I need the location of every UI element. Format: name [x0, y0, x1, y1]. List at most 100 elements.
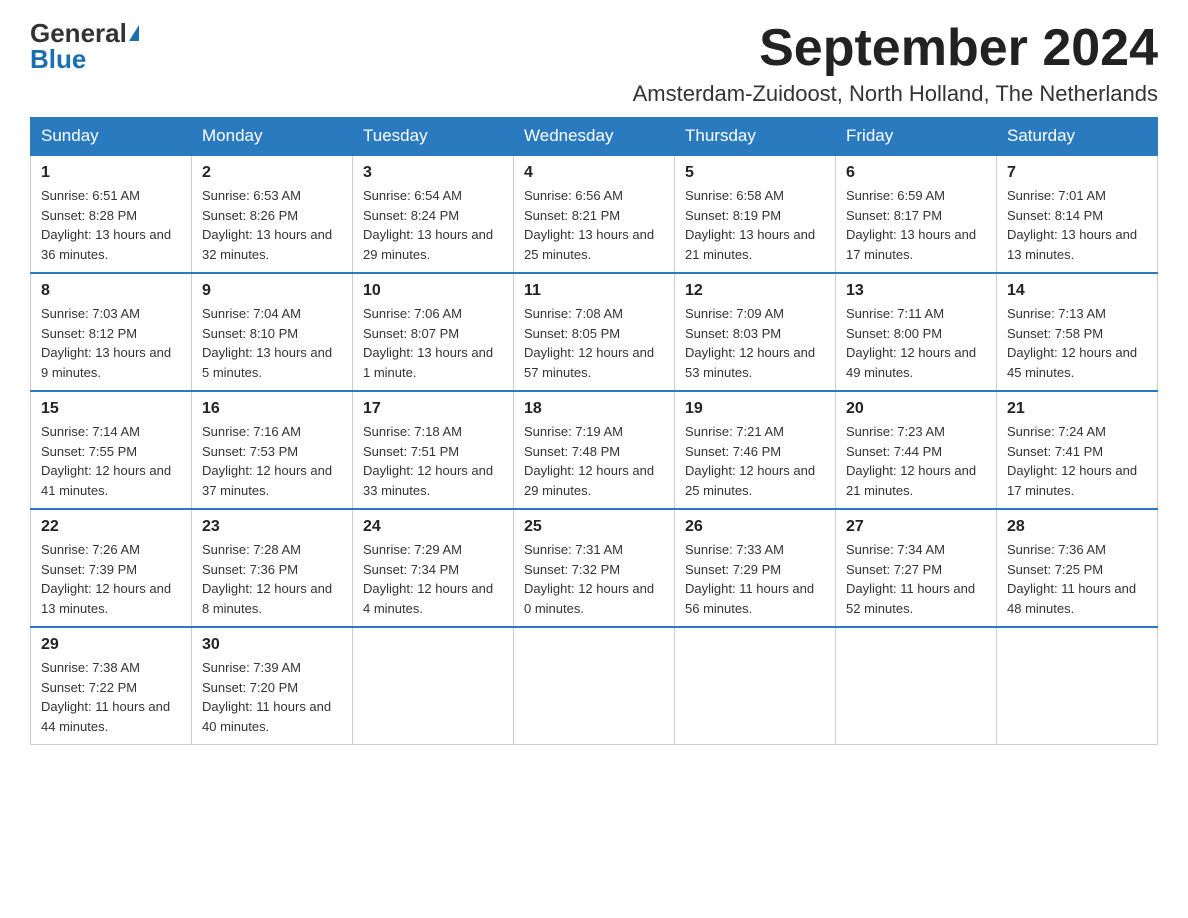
calendar-cell: 23 Sunrise: 7:28 AMSunset: 7:36 PMDayligh… [192, 509, 353, 627]
calendar-cell: 9 Sunrise: 7:04 AMSunset: 8:10 PMDaylight… [192, 273, 353, 391]
day-number: 22 [41, 518, 181, 536]
calendar-cell: 14 Sunrise: 7:13 AMSunset: 7:58 PMDayligh… [997, 273, 1158, 391]
day-number: 14 [1007, 282, 1147, 300]
calendar-cell [514, 627, 675, 745]
calendar-header-tuesday: Tuesday [353, 118, 514, 156]
calendar-cell: 2 Sunrise: 6:53 AMSunset: 8:26 PMDaylight… [192, 155, 353, 273]
calendar-cell: 22 Sunrise: 7:26 AMSunset: 7:39 PMDayligh… [31, 509, 192, 627]
day-number: 19 [685, 400, 825, 418]
day-info: Sunrise: 7:23 AMSunset: 7:44 PMDaylight:… [846, 422, 986, 500]
calendar-cell: 8 Sunrise: 7:03 AMSunset: 8:12 PMDaylight… [31, 273, 192, 391]
calendar-cell: 13Sunrise: 7:11 AMSunset: 8:00 PMDayligh… [836, 273, 997, 391]
day-number: 11 [524, 282, 664, 300]
day-info: Sunrise: 7:21 AMSunset: 7:46 PMDaylight:… [685, 422, 825, 500]
day-info: Sunrise: 7:29 AMSunset: 7:34 PMDaylight:… [363, 540, 503, 618]
calendar-header-monday: Monday [192, 118, 353, 156]
day-info: Sunrise: 7:24 AMSunset: 7:41 PMDaylight:… [1007, 422, 1147, 500]
day-info: Sunrise: 7:16 AMSunset: 7:53 PMDaylight:… [202, 422, 342, 500]
calendar-cell: 7 Sunrise: 7:01 AMSunset: 8:14 PMDaylight… [997, 155, 1158, 273]
day-info: Sunrise: 7:18 AMSunset: 7:51 PMDaylight:… [363, 422, 503, 500]
day-number: 24 [363, 518, 503, 536]
calendar-header-saturday: Saturday [997, 118, 1158, 156]
day-number: 8 [41, 282, 181, 300]
day-info: Sunrise: 7:06 AMSunset: 8:07 PMDaylight:… [363, 304, 503, 382]
day-info: Sunrise: 7:13 AMSunset: 7:58 PMDaylight:… [1007, 304, 1147, 382]
calendar-cell: 21Sunrise: 7:24 AMSunset: 7:41 PMDayligh… [997, 391, 1158, 509]
day-number: 12 [685, 282, 825, 300]
day-info: Sunrise: 7:33 AMSunset: 7:29 PMDaylight:… [685, 540, 825, 618]
day-number: 18 [524, 400, 664, 418]
calendar-cell: 17 Sunrise: 7:18 AMSunset: 7:51 PMDayligh… [353, 391, 514, 509]
day-info: Sunrise: 6:53 AMSunset: 8:26 PMDaylight:… [202, 186, 342, 264]
calendar-cell: 5 Sunrise: 6:58 AMSunset: 8:19 PMDaylight… [675, 155, 836, 273]
calendar-cell: 20 Sunrise: 7:23 AMSunset: 7:44 PMDayligh… [836, 391, 997, 509]
day-info: Sunrise: 6:59 AMSunset: 8:17 PMDaylight:… [846, 186, 986, 264]
calendar-week-row-3: 15Sunrise: 7:14 AMSunset: 7:55 PMDayligh… [31, 391, 1158, 509]
day-number: 15 [41, 400, 181, 418]
calendar-header-wednesday: Wednesday [514, 118, 675, 156]
day-info: Sunrise: 7:26 AMSunset: 7:39 PMDaylight:… [41, 540, 181, 618]
calendar-cell [675, 627, 836, 745]
day-number: 3 [363, 164, 503, 182]
day-number: 29 [41, 636, 181, 654]
day-info: Sunrise: 7:08 AMSunset: 8:05 PMDaylight:… [524, 304, 664, 382]
day-number: 16 [202, 400, 342, 418]
day-number: 23 [202, 518, 342, 536]
day-number: 1 [41, 164, 181, 182]
day-number: 4 [524, 164, 664, 182]
calendar-cell: 29 Sunrise: 7:38 AMSunset: 7:22 PMDayligh… [31, 627, 192, 745]
calendar-header-thursday: Thursday [675, 118, 836, 156]
calendar-header-row: SundayMondayTuesdayWednesdayThursdayFrid… [31, 118, 1158, 156]
calendar-cell [997, 627, 1158, 745]
day-info: Sunrise: 7:28 AMSunset: 7:36 PMDaylight:… [202, 540, 342, 618]
day-number: 2 [202, 164, 342, 182]
page-header: General Blue September 2024 Amsterdam-Zu… [30, 20, 1158, 107]
day-number: 20 [846, 400, 986, 418]
day-info: Sunrise: 6:58 AMSunset: 8:19 PMDaylight:… [685, 186, 825, 264]
calendar-cell [353, 627, 514, 745]
day-info: Sunrise: 7:01 AMSunset: 8:14 PMDaylight:… [1007, 186, 1147, 264]
day-info: Sunrise: 7:39 AMSunset: 7:20 PMDaylight:… [202, 658, 342, 736]
day-number: 13 [846, 282, 986, 300]
location-subtitle: Amsterdam-Zuidoost, North Holland, The N… [633, 81, 1158, 107]
calendar-cell: 27Sunrise: 7:34 AMSunset: 7:27 PMDayligh… [836, 509, 997, 627]
day-info: Sunrise: 7:19 AMSunset: 7:48 PMDaylight:… [524, 422, 664, 500]
calendar-cell: 1 Sunrise: 6:51 AMSunset: 8:28 PMDaylight… [31, 155, 192, 273]
day-info: Sunrise: 7:38 AMSunset: 7:22 PMDaylight:… [41, 658, 181, 736]
day-number: 25 [524, 518, 664, 536]
day-number: 5 [685, 164, 825, 182]
calendar-cell: 12 Sunrise: 7:09 AMSunset: 8:03 PMDayligh… [675, 273, 836, 391]
day-number: 9 [202, 282, 342, 300]
calendar-cell: 26Sunrise: 7:33 AMSunset: 7:29 PMDayligh… [675, 509, 836, 627]
day-number: 7 [1007, 164, 1147, 182]
calendar-week-row-5: 29 Sunrise: 7:38 AMSunset: 7:22 PMDayligh… [31, 627, 1158, 745]
day-info: Sunrise: 7:03 AMSunset: 8:12 PMDaylight:… [41, 304, 181, 382]
calendar-week-row-2: 8 Sunrise: 7:03 AMSunset: 8:12 PMDaylight… [31, 273, 1158, 391]
day-info: Sunrise: 7:04 AMSunset: 8:10 PMDaylight:… [202, 304, 342, 382]
day-info: Sunrise: 7:34 AMSunset: 7:27 PMDaylight:… [846, 540, 986, 618]
day-info: Sunrise: 6:56 AMSunset: 8:21 PMDaylight:… [524, 186, 664, 264]
calendar-week-row-4: 22 Sunrise: 7:26 AMSunset: 7:39 PMDayligh… [31, 509, 1158, 627]
calendar-cell: 11 Sunrise: 7:08 AMSunset: 8:05 PMDayligh… [514, 273, 675, 391]
calendar-cell: 19 Sunrise: 7:21 AMSunset: 7:46 PMDayligh… [675, 391, 836, 509]
day-number: 6 [846, 164, 986, 182]
calendar-cell: 30 Sunrise: 7:39 AMSunset: 7:20 PMDayligh… [192, 627, 353, 745]
day-number: 17 [363, 400, 503, 418]
day-info: Sunrise: 7:36 AMSunset: 7:25 PMDaylight:… [1007, 540, 1147, 618]
calendar-header-friday: Friday [836, 118, 997, 156]
calendar-cell: 28Sunrise: 7:36 AMSunset: 7:25 PMDayligh… [997, 509, 1158, 627]
day-number: 30 [202, 636, 342, 654]
calendar-cell: 18 Sunrise: 7:19 AMSunset: 7:48 PMDayligh… [514, 391, 675, 509]
calendar-cell: 24 Sunrise: 7:29 AMSunset: 7:34 PMDayligh… [353, 509, 514, 627]
calendar-cell: 15Sunrise: 7:14 AMSunset: 7:55 PMDayligh… [31, 391, 192, 509]
title-section: September 2024 Amsterdam-Zuidoost, North… [633, 20, 1158, 107]
month-title: September 2024 [633, 20, 1158, 77]
day-info: Sunrise: 7:09 AMSunset: 8:03 PMDaylight:… [685, 304, 825, 382]
logo-general-text: General [30, 20, 127, 46]
calendar-table: SundayMondayTuesdayWednesdayThursdayFrid… [30, 117, 1158, 745]
calendar-cell: 3Sunrise: 6:54 AMSunset: 8:24 PMDaylight… [353, 155, 514, 273]
calendar-cell [836, 627, 997, 745]
day-info: Sunrise: 6:51 AMSunset: 8:28 PMDaylight:… [41, 186, 181, 264]
calendar-cell: 25Sunrise: 7:31 AMSunset: 7:32 PMDayligh… [514, 509, 675, 627]
day-number: 10 [363, 282, 503, 300]
